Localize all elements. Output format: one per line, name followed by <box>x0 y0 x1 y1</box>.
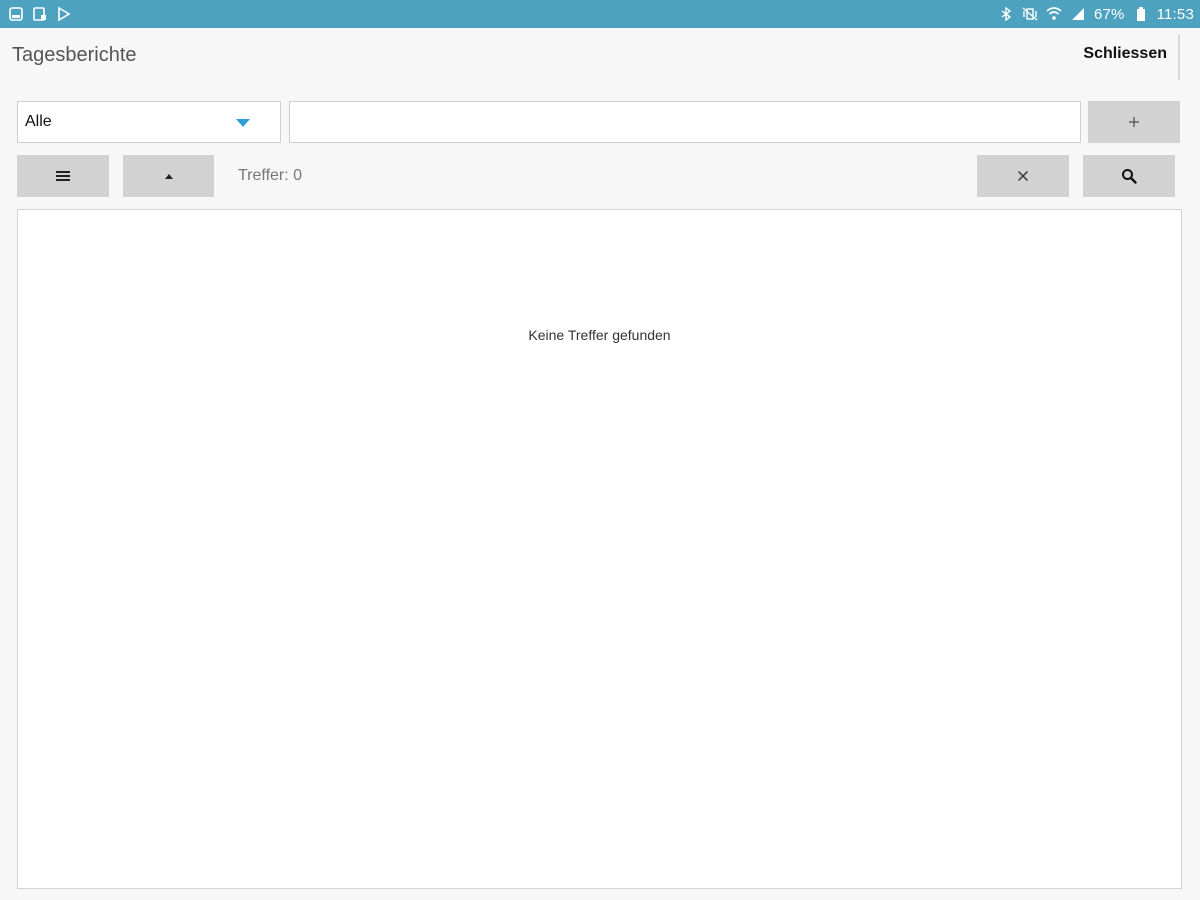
battery-percent: 67% <box>1093 5 1125 23</box>
search-icon <box>1121 168 1137 184</box>
menu-button[interactable] <box>17 155 109 197</box>
page-title: Tagesberichte <box>12 44 137 66</box>
close-icon <box>1017 170 1029 182</box>
sort-button[interactable] <box>123 155 214 197</box>
empty-state-message: Keine Treffer gefunden <box>528 327 671 343</box>
clipboard-icon <box>32 6 48 22</box>
clear-button[interactable] <box>977 155 1069 197</box>
action-bar: Tagesberichte Schliessen <box>0 28 1200 88</box>
plus-icon <box>1127 115 1141 129</box>
category-select-value: Alle <box>25 113 52 130</box>
battery-icon <box>1133 6 1149 22</box>
signal-icon <box>1070 6 1086 22</box>
status-left-icons <box>8 6 72 22</box>
scroll-edge <box>1178 34 1180 80</box>
hits-count: Treffer: 0 <box>238 167 303 184</box>
vibrate-icon <box>1022 6 1038 22</box>
bluetooth-icon <box>998 6 1014 22</box>
search-input[interactable] <box>289 101 1081 143</box>
search-button[interactable] <box>1083 155 1175 197</box>
status-bar: 67% 11:53 <box>0 0 1200 28</box>
wifi-icon <box>1046 6 1062 22</box>
category-select[interactable]: Alle <box>17 101 281 143</box>
close-button[interactable]: Schliessen <box>1083 45 1167 63</box>
gallery-icon <box>8 6 24 22</box>
triangle-up-icon <box>163 172 175 180</box>
play-store-icon <box>56 6 72 22</box>
results-list: Keine Treffer gefunden <box>17 209 1182 889</box>
caret-down-icon <box>236 119 250 127</box>
status-right-icons: 67% 11:53 <box>998 6 1194 23</box>
hamburger-icon <box>55 169 71 183</box>
clock: 11:53 <box>1156 5 1194 23</box>
add-button[interactable] <box>1088 101 1180 143</box>
